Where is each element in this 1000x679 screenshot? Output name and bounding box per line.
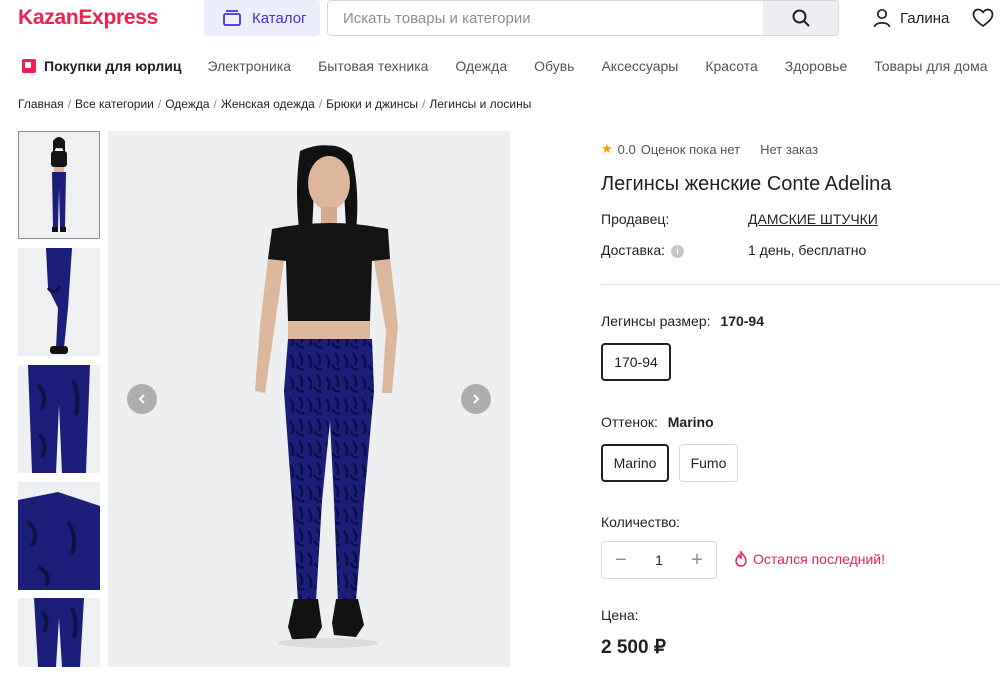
divider [601, 284, 1000, 285]
reviews-count[interactable]: Оценок пока нет [641, 142, 740, 157]
user-name: Галина [900, 9, 950, 27]
chevron-left-icon [138, 394, 145, 404]
stock-warning-text: Остался последний! [753, 551, 886, 567]
chevron-right-icon [473, 394, 480, 404]
breadcrumb-item[interactable]: Главная [18, 97, 64, 111]
search-input[interactable] [328, 1, 763, 35]
seller-link[interactable]: ДАМСКИЕ ШТУЧКИ [748, 211, 878, 227]
shade-option-fumo[interactable]: Fumo [679, 444, 738, 482]
breadcrumb-item[interactable]: Все категории [75, 97, 154, 111]
shade-selected-value: Marino [667, 414, 714, 430]
flame-icon [735, 551, 747, 567]
prev-image-button[interactable] [127, 384, 157, 414]
catalog-icon [223, 10, 241, 26]
leggings-back-thumb-image [18, 365, 100, 473]
breadcrumb-item[interactable]: Одежда [165, 97, 209, 111]
quantity-value[interactable]: 1 [655, 552, 663, 568]
leggings-legs-thumb-image [18, 598, 100, 667]
info-icon[interactable]: i [671, 244, 685, 258]
rating-value: 0.0 [617, 141, 636, 157]
nav-item-electronics[interactable]: Электроника [207, 58, 291, 74]
nav-item-shoes[interactable]: Обувь [534, 58, 574, 74]
logo[interactable]: KazanExpress [18, 6, 158, 30]
b2b-link[interactable]: Покупки для юрлиц [22, 58, 181, 74]
seller-label: Продавец: [601, 211, 670, 227]
heart-icon [972, 8, 994, 28]
price-label: Цена: [601, 607, 639, 623]
nav-item-health[interactable]: Здоровье [785, 58, 848, 74]
thumbnail-4[interactable] [18, 482, 100, 590]
next-image-button[interactable] [461, 384, 491, 414]
model-full-thumb-image [19, 132, 99, 238]
shade-option-marino[interactable]: Marino [601, 444, 669, 482]
b2b-label: Покупки для юрлиц [44, 58, 182, 74]
user-menu[interactable]: Галина [873, 8, 949, 28]
shade-label-row: Оттенок: Marino [601, 414, 714, 430]
breadcrumb-separator: / [422, 97, 426, 111]
product-title: Легинсы женские Conte Adelina [601, 173, 892, 195]
orders-count: Нет заказ [760, 141, 819, 157]
delivery-value: 1 день, бесплатно [748, 242, 867, 258]
shade-label: Оттенок: [601, 414, 658, 430]
nav-item-appliances[interactable]: Бытовая техника [318, 58, 428, 74]
breadcrumb-item[interactable]: Женская одежда [221, 97, 315, 111]
model-photo [108, 131, 510, 667]
search-icon [792, 9, 810, 27]
breadcrumb-item[interactable]: Легинсы и лосины [429, 97, 531, 111]
decrease-button[interactable]: − [610, 549, 632, 572]
stock-warning: Остался последний! [734, 551, 885, 567]
size-label: Легинсы размер: [601, 313, 711, 329]
favorites-button[interactable] [972, 8, 994, 33]
breadcrumb-separator: / [213, 97, 217, 111]
nav-item-home[interactable]: Товары для дома [874, 58, 987, 74]
quantity-label: Количество: [601, 514, 681, 530]
size-option[interactable]: 170-94 [601, 343, 671, 381]
increase-button[interactable]: + [686, 549, 708, 572]
nav-item-clothing[interactable]: Одежда [455, 58, 507, 74]
quantity-stepper: − 1 + [601, 541, 717, 579]
search-button[interactable] [763, 1, 838, 35]
thumbnail-5[interactable] [18, 598, 100, 667]
breadcrumb-item[interactable]: Брюки и джинсы [326, 97, 418, 111]
breadcrumb-separator: / [67, 97, 72, 111]
size-selected-value: 170-94 [720, 313, 764, 329]
search-bar [327, 0, 839, 36]
leggings-side-thumb-image [18, 248, 100, 356]
user-icon [873, 8, 891, 28]
delivery-row: Доставка: i [601, 242, 685, 258]
catalog-button[interactable]: Каталог [204, 0, 320, 36]
catalog-label: Каталог [252, 9, 307, 27]
breadcrumb: Главная / Все категории / Одежда / Женская … [18, 97, 531, 111]
thumbnail-2[interactable] [18, 248, 100, 356]
star-icon: ★ [601, 141, 613, 156]
leggings-hip-thumb-image [18, 482, 100, 590]
delivery-label: Доставка: [601, 242, 666, 258]
product-main-image [108, 131, 510, 667]
breadcrumb-separator: / [157, 97, 162, 111]
nav-item-accessories[interactable]: Аксессуары [601, 58, 678, 74]
b2b-icon [22, 59, 36, 73]
thumbnail-1[interactable] [18, 131, 100, 239]
thumbnail-3[interactable] [18, 365, 100, 473]
nav-item-beauty[interactable]: Красота [705, 58, 757, 74]
category-nav: Покупки для юрлиц Электроника Бытовая те… [0, 50, 1000, 82]
size-label-row: Легинсы размер: 170-94 [601, 313, 764, 329]
price-value: 2 500 ₽ [601, 637, 666, 658]
rating-row: ★ 0.0 Оценок пока нет Нет заказ [601, 141, 818, 157]
breadcrumb-separator: / [318, 97, 323, 111]
